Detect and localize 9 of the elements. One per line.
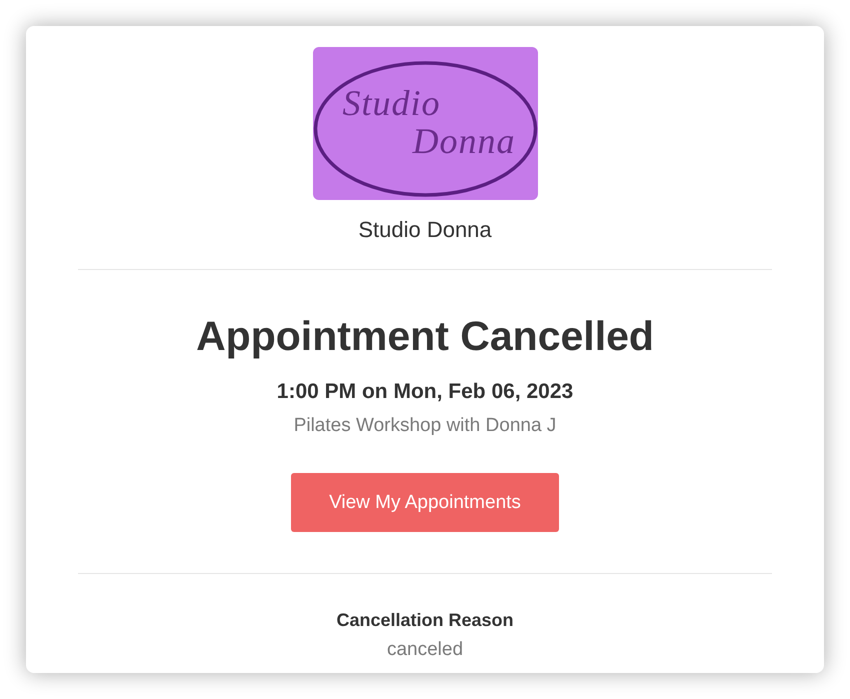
appointment-service: Pilates Workshop with Donna J: [294, 414, 556, 438]
business-name: Studio Donna: [358, 217, 492, 243]
appointment-time: 1:00 PM on Mon, Feb 06, 2023: [276, 379, 574, 405]
logo-text: Studio: [342, 84, 441, 122]
cancellation-reason-label: Cancellation Reason: [336, 609, 514, 632]
logo-text: Donna: [412, 122, 516, 160]
cancellation-reason-value: canceled: [386, 638, 464, 662]
view-appointments-button[interactable]: View My Appointments: [291, 473, 559, 532]
page-heading: Appointment Cancelled: [196, 312, 654, 361]
